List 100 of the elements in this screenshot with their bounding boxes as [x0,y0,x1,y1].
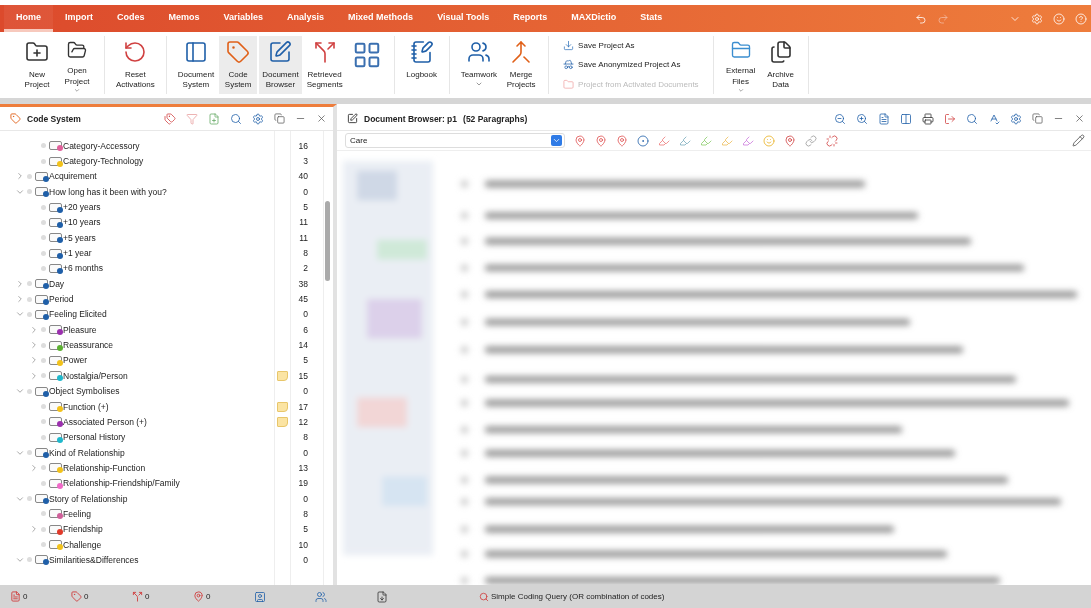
link-icon[interactable] [805,134,817,147]
code-label[interactable]: Day [49,278,65,289]
expand-chevron-icon[interactable] [29,355,39,366]
undock-icon[interactable] [274,113,285,124]
memo-icon[interactable] [277,401,288,412]
ribbon-button[interactable]: Document System [174,36,218,94]
close-icon[interactable] [316,113,327,124]
code-label[interactable]: Reassurance [63,340,114,351]
search-icon[interactable] [966,112,978,125]
unlink-icon[interactable] [826,134,838,147]
ribbon-button[interactable]: New Project [18,36,56,94]
code-label[interactable]: Friendship [63,524,103,535]
code-label[interactable]: Acquirement [49,171,97,182]
code-label[interactable]: +1 year [63,248,92,259]
code-label[interactable]: Relationship-Friendship/Family [63,478,180,489]
highlighter-icon[interactable] [700,134,712,147]
memo-icon[interactable] [277,370,288,381]
emoticon-icon[interactable] [763,134,775,147]
redo-icon[interactable] [937,12,949,25]
ribbon-button[interactable]: Retrieved Segments [303,36,346,94]
ribbon-button[interactable]: Teamwork [457,36,501,94]
code-label[interactable]: Category-Technology [63,156,144,166]
spellcheck-icon[interactable] [988,112,1000,125]
code-label[interactable]: Feeling [63,508,91,519]
code-label[interactable]: Similarities&Differences [49,554,139,565]
ribbon-button[interactable]: Code System [219,36,258,94]
expand-chevron-icon[interactable] [29,324,39,335]
ribbon-button[interactable]: Reset Activations [113,36,158,94]
search-icon[interactable] [230,112,242,125]
memo-icon[interactable] [277,416,288,427]
expand-chevron-icon[interactable] [15,294,25,305]
menu-tab[interactable]: Analysis [275,5,337,32]
export-icon[interactable] [944,112,956,125]
filter-icon[interactable] [186,112,198,125]
menu-tab[interactable]: Home [4,5,53,32]
code-label[interactable]: Power [63,355,88,366]
expand-chevron-icon[interactable] [29,340,39,351]
code-label[interactable]: Object Symbolises [49,386,120,397]
panel-icon[interactable] [900,112,912,125]
document-icon[interactable] [878,112,890,125]
expand-chevron-icon[interactable] [29,462,39,473]
code-label[interactable]: Pleasure [63,324,97,335]
menu-tab[interactable]: Import [53,5,105,32]
code-label[interactable]: +6 months [63,263,103,274]
highlighter-icon[interactable] [721,134,733,147]
zoom-out-icon[interactable] [834,112,846,125]
zoom-in-icon[interactable] [856,112,868,125]
ribbon-button[interactable]: Logbook [402,36,441,94]
expand-chevron-icon[interactable] [29,370,39,381]
codes-icon[interactable] [164,112,176,125]
expand-chevron-icon[interactable] [15,278,25,289]
ribbon-link[interactable]: Save Anonymized Project As [563,59,699,71]
code-label[interactable]: Relationship-Function [63,462,146,473]
highlighter-icon[interactable] [742,134,754,147]
settings-icon[interactable] [252,112,264,125]
menu-tab[interactable]: Mixed Methods [336,5,426,32]
highlighter-icon[interactable] [679,134,691,147]
new-code-icon[interactable] [208,112,220,125]
ribbon-button[interactable]: Merge Projects [502,36,541,94]
highlighter-icon[interactable] [658,134,670,147]
code-label[interactable]: Function (+) [63,401,109,412]
ribbon-link[interactable]: Save Project As [563,40,699,52]
code-label[interactable]: Category-Accessory [63,140,140,151]
users-icon[interactable] [315,590,327,603]
code-label[interactable]: Feeling Elicited [49,309,107,320]
settings-icon[interactable] [1010,112,1022,125]
expand-chevron-icon[interactable] [29,524,39,535]
menu-tab[interactable]: Memos [156,5,212,32]
code-label[interactable]: +5 years [63,232,96,243]
menu-tab[interactable]: Variables [211,5,276,32]
scrollbar[interactable] [325,201,330,281]
code-label[interactable]: Story of Relationship [49,493,128,504]
ribbon-button[interactable]: Archive Data [761,36,800,94]
code-label[interactable]: Nostalgia/Person [63,370,128,381]
ribbon-button[interactable]: External Files [721,36,760,94]
undock-icon[interactable] [1032,113,1043,124]
code-label[interactable]: Personal History [63,432,126,443]
smiley-icon[interactable] [1053,12,1065,25]
edit-mode-icon[interactable] [1072,134,1085,147]
undo-icon[interactable] [915,12,927,25]
ribbon-button[interactable]: Document Browser [259,36,302,94]
menu-tab[interactable]: Visual Tools [425,5,502,32]
document-icon[interactable] [376,590,388,603]
user-icon[interactable] [254,590,266,603]
code-label[interactable]: Period [49,294,74,305]
query-label[interactable]: Simple Coding Query (OR combination of codes) [491,592,665,601]
code-label[interactable]: Challenge [63,539,102,550]
ribbon-button[interactable]: Open Project [58,36,96,94]
close-icon[interactable] [1074,113,1085,124]
code-label[interactable]: Kind of Relationship [49,447,125,458]
code-pin-icon[interactable] [574,134,586,147]
help-icon[interactable] [1075,12,1087,25]
code-dropdown[interactable]: Care [345,133,565,148]
code-label[interactable]: +10 years [63,217,101,228]
print-icon[interactable] [922,112,934,125]
code-label[interactable]: +20 years [63,202,101,213]
code-label[interactable]: Associated Person (+) [63,416,147,427]
code-label[interactable]: How long has it been with you? [49,186,167,197]
menu-tab[interactable]: Codes [105,5,157,32]
expand-chevron-icon[interactable] [15,171,25,182]
